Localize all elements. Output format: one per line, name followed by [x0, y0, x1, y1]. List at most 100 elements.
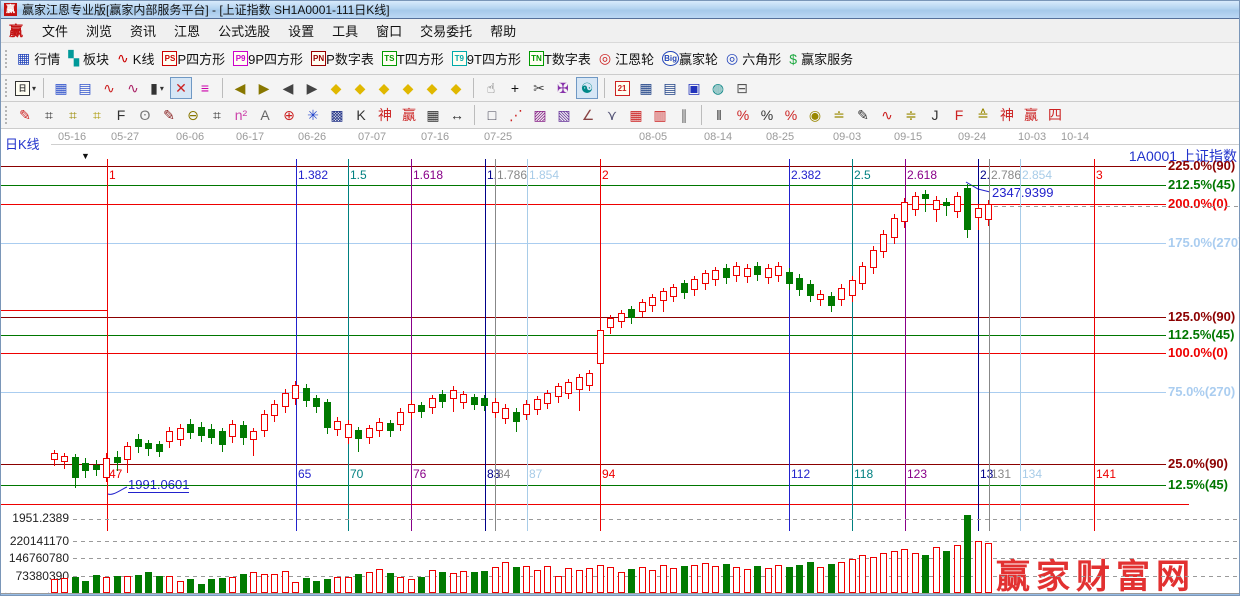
candle-body[interactable] — [166, 431, 173, 442]
menu-item-资讯[interactable]: 资讯 — [121, 21, 165, 42]
candle-body[interactable] — [565, 382, 572, 394]
volume-bar[interactable] — [166, 576, 173, 593]
k-mark-icon[interactable]: K — [350, 104, 372, 126]
candle-body[interactable] — [429, 398, 436, 408]
candle-body[interactable] — [481, 398, 488, 406]
volume-bar[interactable] — [670, 568, 677, 593]
gann-pen-icon[interactable]: ✎ — [14, 104, 36, 126]
volume-bar[interactable] — [271, 574, 278, 593]
volume-bar[interactable] — [880, 553, 887, 593]
volume-bar[interactable] — [418, 577, 425, 593]
volume-bar[interactable] — [124, 576, 131, 593]
volume-bar[interactable] — [628, 569, 635, 593]
volume-bar[interactable] — [786, 567, 793, 593]
percent-line-icon[interactable]: % — [732, 104, 754, 126]
volume-bar[interactable] — [208, 579, 215, 593]
volume-bar[interactable] — [450, 573, 457, 593]
candle-body[interactable] — [208, 429, 215, 438]
menu-item-帮助[interactable]: 帮助 — [481, 21, 525, 42]
last-bar-icon[interactable]: ▶ — [253, 77, 275, 99]
candle-body[interactable] — [250, 431, 257, 440]
volume-bar[interactable] — [313, 581, 320, 593]
candle-body[interactable] — [786, 272, 793, 284]
volume-bar[interactable] — [870, 557, 877, 593]
candle-body[interactable] — [985, 204, 992, 220]
volume-bar[interactable] — [544, 566, 551, 593]
menu-item-文件[interactable]: 文件 — [33, 21, 77, 42]
volume-bar[interactable] — [471, 572, 478, 593]
candle-body[interactable] — [891, 218, 898, 238]
volume-bar[interactable] — [250, 572, 257, 593]
volume-bar[interactable] — [723, 564, 730, 593]
calculator-icon[interactable]: ▦ — [635, 77, 657, 99]
candle-body[interactable] — [324, 402, 331, 428]
f-grid-icon[interactable]: F — [110, 104, 132, 126]
check-lines-icon[interactable]: ⋎ — [601, 104, 623, 126]
web-export-icon[interactable]: ◍ — [707, 77, 729, 99]
volume-bar[interactable] — [261, 574, 268, 593]
volume-bar[interactable] — [282, 571, 289, 593]
gold-circle-icon[interactable]: ◉ — [804, 104, 826, 126]
candle-body[interactable] — [513, 412, 520, 422]
volume-bar[interactable] — [807, 562, 814, 593]
number-grid-icon[interactable]: ▦ — [422, 104, 444, 126]
analysis-icon[interactable]: ☯ — [576, 77, 598, 99]
square-spiral-icon[interactable]: ▩ — [326, 104, 348, 126]
volume-bar[interactable] — [555, 576, 562, 593]
volume-bar[interactable] — [586, 568, 593, 593]
volume-bar[interactable] — [775, 565, 782, 593]
sectors-button[interactable]: ▚板块 — [68, 49, 109, 68]
quotes-button[interactable]: ▦行情 — [17, 49, 60, 68]
candle-body[interactable] — [114, 457, 121, 463]
t-number-table-button[interactable]: TNT数字表 — [529, 49, 591, 68]
volume-bar[interactable] — [597, 565, 604, 593]
wave-icon[interactable]: ∿ — [876, 104, 898, 126]
volume-bar[interactable] — [796, 565, 803, 593]
volume-bar[interactable] — [345, 577, 352, 593]
candle-body[interactable] — [502, 408, 509, 419]
time-cycle-icon[interactable]: ⊖ — [182, 104, 204, 126]
calendar-icon[interactable]: 21 — [611, 77, 633, 99]
candle-body[interactable] — [313, 398, 320, 407]
candle-body[interactable] — [775, 266, 782, 276]
toolbar-grip[interactable] — [5, 106, 8, 124]
9t-square-button[interactable]: T99T四方形 — [452, 49, 521, 68]
shen-grid-icon[interactable]: 神 — [374, 104, 396, 126]
notes-icon[interactable]: ▤ — [659, 77, 681, 99]
candle-body[interactable] — [544, 393, 551, 404]
candle-body[interactable] — [586, 373, 593, 386]
volume-bar[interactable] — [534, 570, 541, 593]
candle-body[interactable] — [859, 266, 866, 284]
next-bar-icon[interactable]: ▶ — [301, 77, 323, 99]
volume-bar[interactable] — [754, 566, 761, 593]
red-grid-icon[interactable]: ▦ — [625, 104, 647, 126]
volume-bar[interactable] — [72, 577, 79, 593]
compress-icon[interactable]: ◆ — [397, 77, 419, 99]
volume-bar[interactable] — [240, 574, 247, 593]
volume-bar[interactable] — [576, 570, 583, 593]
box-tool-icon[interactable]: □ — [481, 104, 503, 126]
volume-bar[interactable] — [156, 576, 163, 593]
volume-bar[interactable] — [61, 578, 68, 593]
candle-body[interactable] — [523, 404, 530, 415]
bottom-pane-partial-label[interactable]: 能量一表 — [3, 589, 55, 596]
candle-body[interactable] — [555, 386, 562, 397]
candle-body[interactable] — [334, 421, 341, 430]
candle-body[interactable] — [754, 266, 761, 275]
volume-bar[interactable] — [177, 581, 184, 593]
candle-body[interactable] — [733, 266, 740, 276]
volume-bar[interactable] — [366, 572, 373, 593]
n-square-icon[interactable]: n² — [230, 104, 252, 126]
print-icon[interactable]: ⊟ — [731, 77, 753, 99]
volume-bar[interactable] — [198, 584, 205, 593]
cut-icon[interactable]: ✂ — [528, 77, 550, 99]
winner-wheel-button[interactable]: Big赢家轮 — [662, 49, 718, 68]
volume-bar[interactable] — [303, 578, 310, 593]
volume-bar[interactable] — [334, 577, 341, 593]
candle-body[interactable] — [576, 377, 583, 390]
toolbar-grip[interactable] — [5, 79, 8, 97]
volume-bar[interactable] — [765, 568, 772, 593]
volume-bar[interactable] — [859, 555, 866, 593]
volume-bar[interactable] — [933, 547, 940, 593]
volume-profile-icon[interactable]: ≡ — [194, 77, 216, 99]
